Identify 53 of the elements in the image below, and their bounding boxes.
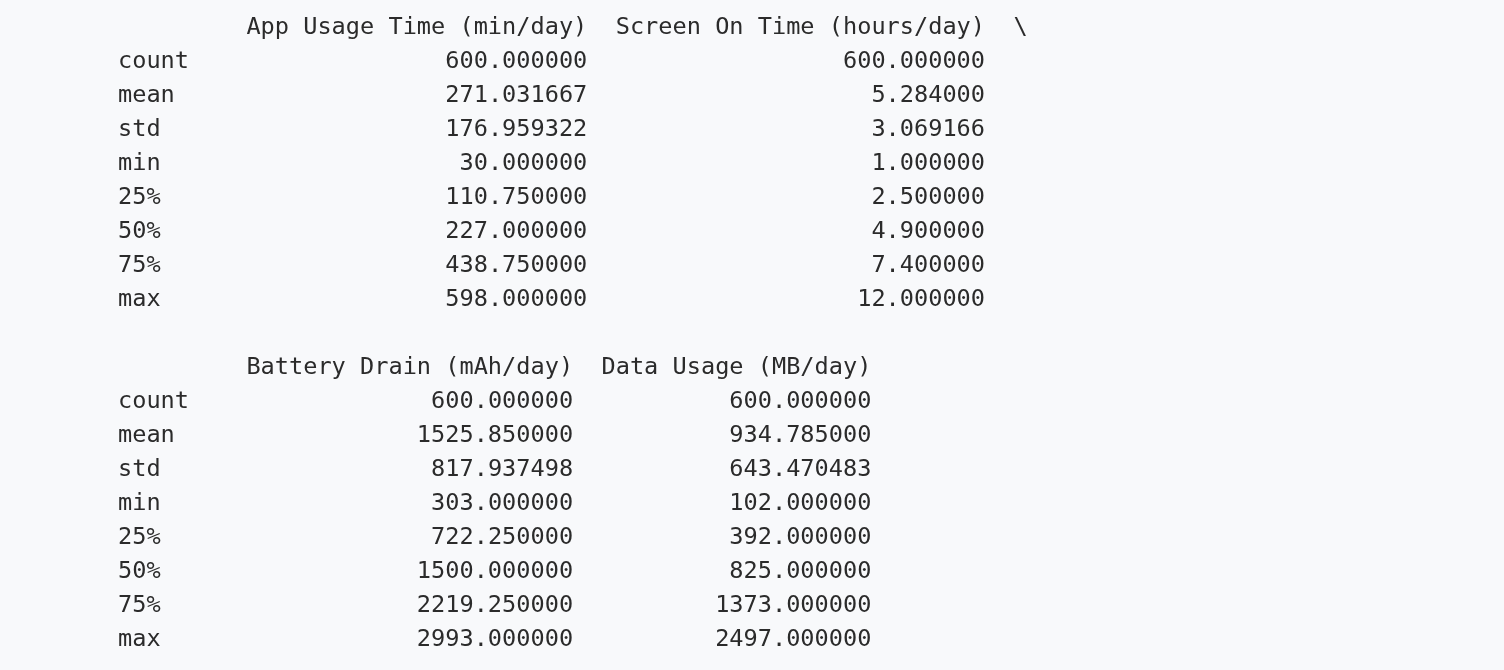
continuation-mark: \ <box>1013 11 1029 42</box>
column-header: Screen On Time (hours/day) <box>615 11 986 42</box>
table-cell-text: 600.000000 <box>430 385 574 416</box>
row-label: std <box>118 453 162 484</box>
table-cell-text: 600.000000 <box>444 45 588 76</box>
row-label: max <box>118 283 162 314</box>
table-cell-text: 2.500000 <box>870 181 986 212</box>
table-cell-text: 643.470483 <box>728 453 872 484</box>
row-label: count <box>118 385 191 416</box>
table-cell-text: 227.000000 <box>444 215 588 246</box>
row-label: 75% <box>118 589 162 620</box>
table-cell-text: 934.785000 <box>728 419 872 450</box>
table-cell-text: 1373.000000 <box>714 589 872 620</box>
column-header: App Usage Time (min/day) <box>246 11 588 42</box>
row-label: 50% <box>118 215 162 246</box>
table-cell-text: 271.031667 <box>444 79 588 110</box>
table-cell-text: 176.959322 <box>444 113 588 144</box>
table-cell-text: 3.069166 <box>870 113 986 144</box>
table-cell-text: 600.000000 <box>842 45 986 76</box>
table-cell-text: 102.000000 <box>728 487 872 518</box>
table-cell-text: 598.000000 <box>444 283 588 314</box>
table-cell-text: 438.750000 <box>444 249 588 280</box>
row-label: min <box>118 147 162 178</box>
table-cell-text: 722.250000 <box>430 521 574 552</box>
table-cell-text: 30.000000 <box>458 147 588 178</box>
column-header: Data Usage (MB/day) <box>601 351 872 382</box>
row-label: min <box>118 487 162 518</box>
table-cell-text: 7.400000 <box>870 249 986 280</box>
table-cell-text: 110.750000 <box>444 181 588 212</box>
row-label: 50% <box>118 555 162 586</box>
table-cell-text: 825.000000 <box>728 555 872 586</box>
table-cell-text: 1500.000000 <box>415 555 574 586</box>
row-label: mean <box>118 419 176 450</box>
row-label: 25% <box>118 181 162 212</box>
table-cell-text: 1525.850000 <box>415 419 574 450</box>
table-cell-text: 600.000000 <box>728 385 872 416</box>
table-cell-text: 392.000000 <box>728 521 872 552</box>
row-label: std <box>118 113 162 144</box>
row-label: mean <box>118 79 176 110</box>
table-cell-text: 303.000000 <box>430 487 574 518</box>
table-cell-text: 2497.000000 <box>714 623 872 654</box>
table-cell-text: 817.937498 <box>430 453 574 484</box>
table-cell-text: 4.900000 <box>870 215 986 246</box>
row-label: count <box>118 45 191 76</box>
table-cell-text: 12.000000 <box>856 283 986 314</box>
table-cell-text: 2993.000000 <box>415 623 574 654</box>
row-label: 25% <box>118 521 162 552</box>
column-header: Battery Drain (mAh/day) <box>246 351 574 382</box>
table-cell-text: 5.284000 <box>870 79 986 110</box>
row-label: 75% <box>118 249 162 280</box>
table-cell-text: 1.000000 <box>870 147 986 178</box>
table-cell-text: 2219.250000 <box>415 589 574 620</box>
row-label: max <box>118 623 162 654</box>
